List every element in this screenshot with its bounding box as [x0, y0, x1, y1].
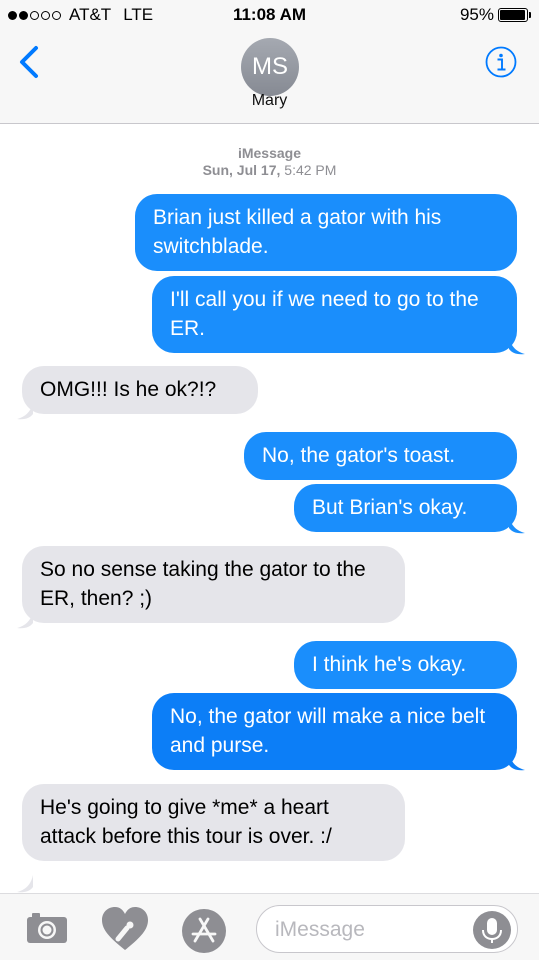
chevron-left-icon: [20, 46, 38, 78]
digital-touch-heart-icon: [102, 907, 148, 950]
contact-name[interactable]: Mary: [0, 92, 539, 110]
bubble-tail: [509, 337, 525, 355]
status-right: 95%: [460, 5, 531, 25]
service-label: iMessage: [237, 145, 302, 161]
message-bubble-incoming[interactable]: He's going to give *me* a heart attack b…: [22, 784, 405, 861]
camera-icon: [27, 913, 67, 943]
conversation-header: MS Mary: [0, 30, 539, 124]
info-button[interactable]: [485, 46, 517, 78]
status-time: 11:08 AM: [232, 5, 307, 24]
conversation-meta: iMessage Sun, Jul 17, 5:42 PM: [0, 145, 539, 179]
message-text: No, the gator's toast.: [262, 444, 456, 467]
app-store-icon: [182, 909, 226, 953]
message-text: He's going to give *me* a heart attack b…: [40, 796, 332, 848]
battery-icon: [498, 8, 528, 22]
bubble-tail: [509, 516, 525, 534]
message-text: OMG!!! Is he ok?!?: [40, 378, 217, 401]
battery-percentage: 95%: [459, 5, 494, 24]
bubble-tail: [17, 611, 33, 629]
message-bubble-outgoing[interactable]: Brian just killed a gator with his switc…: [135, 194, 517, 271]
message-bubble-outgoing[interactable]: But Brian's okay.: [294, 484, 517, 532]
camera-button[interactable]: [26, 910, 68, 949]
message-text: So no sense taking the gator to the ER, …: [40, 558, 366, 610]
microphone-icon: [482, 918, 502, 943]
message-text: Brian just killed a gator with his switc…: [153, 206, 442, 258]
message-bubble-outgoing[interactable]: No, the gator will make a nice belt and …: [152, 693, 517, 770]
message-bubble-outgoing[interactable]: I'll call you if we need to go to the ER…: [152, 276, 517, 353]
message-bubble-incoming[interactable]: So no sense taking the gator to the ER, …: [22, 546, 405, 623]
message-bubble-outgoing[interactable]: I think he's okay.: [294, 641, 517, 689]
bubble-tail: [17, 875, 33, 893]
message-text: No, the gator will make a nice belt and …: [170, 705, 486, 757]
message-text: But Brian's okay.: [312, 496, 468, 519]
avatar[interactable]: MS: [241, 38, 299, 96]
bubble-tail: [17, 402, 33, 420]
status-bar: AT&T LTE 11:08 AM 95%: [0, 0, 539, 30]
back-button[interactable]: [14, 44, 46, 80]
message-input-bar: [0, 893, 539, 960]
microphone-button[interactable]: [473, 911, 511, 949]
message-bubble-outgoing[interactable]: No, the gator's toast.: [244, 432, 517, 480]
message-field[interactable]: [256, 905, 518, 953]
message-bubble-incoming[interactable]: OMG!!! Is he ok?!?: [22, 366, 258, 414]
message-time: 5:42 PM: [284, 162, 337, 178]
bubble-tail: [509, 753, 525, 771]
message-text: I think he's okay.: [312, 653, 467, 676]
message-date: Sun, Jul 17,: [202, 162, 281, 178]
digital-touch-button[interactable]: [100, 906, 150, 957]
message-input[interactable]: [275, 916, 465, 944]
app-store-button[interactable]: [181, 908, 227, 959]
message-text: I'll call you if we need to go to the ER…: [170, 288, 479, 340]
info-icon: [485, 46, 517, 78]
